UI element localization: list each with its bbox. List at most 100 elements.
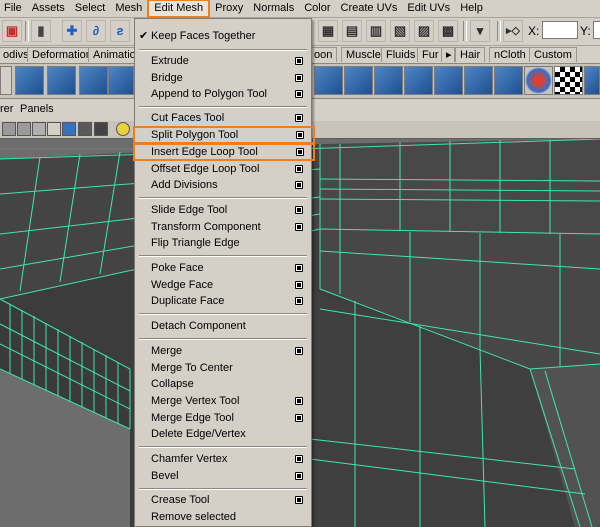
menu-item-duplicate-face[interactable]: Duplicate Face [135,293,311,309]
option-box-icon[interactable] [296,131,304,139]
menu-edit-uvs[interactable]: Edit UVs [402,1,455,16]
menu-create-uvs[interactable]: Create UVs [336,1,403,16]
option-box-icon[interactable] [295,281,303,289]
menu-item-slide-edge-tool[interactable]: Slide Edge Tool [135,202,311,218]
menu-item-delete-edge-vertex[interactable]: Delete Edge/Vertex [135,426,311,442]
option-box-icon[interactable] [295,206,303,214]
menu-item-transform-component[interactable]: Transform Component [135,219,311,235]
tab-custom[interactable]: Custom [529,47,577,62]
shelf-icon-arrow[interactable] [0,66,12,95]
shaded-icon[interactable] [94,122,108,136]
option-box-icon[interactable] [295,223,303,231]
input-line-icon[interactable]: ▾ [470,20,490,42]
option-box-icon[interactable] [295,455,303,463]
wireframe-icon[interactable] [47,122,61,136]
input-mode-icon[interactable]: ▸◇ [503,20,523,42]
y-field[interactable] [593,21,600,39]
menu-item-flip-triangle-edge[interactable]: Flip Triangle Edge [135,235,311,251]
tab-deformation[interactable]: Deformation [27,47,97,62]
menu-item-add-divisions[interactable]: Add Divisions [135,177,311,193]
menu-assets[interactable]: Assets [27,1,70,16]
move-icon[interactable]: ✚ [62,20,82,42]
tab-toon[interactable]: oon [309,47,338,62]
menu-item-remove-selected[interactable]: Remove selected [135,509,311,525]
option-box-icon[interactable] [295,264,303,272]
tab-hair[interactable]: Hair [455,47,486,62]
option-box-icon[interactable] [295,74,303,82]
option-box-icon[interactable] [296,148,304,156]
uv-icon[interactable] [584,66,600,95]
menu-item-bevel[interactable]: Bevel [135,468,311,484]
merge-icon[interactable] [494,66,523,95]
menu-mesh[interactable]: Mesh [110,1,147,16]
render-settings-icon[interactable]: ▤ [342,20,362,42]
clapper-icon[interactable]: ▧ [390,20,410,42]
menu-item-merge-to-center[interactable]: Merge To Center [135,360,311,376]
option-box-icon[interactable] [295,472,303,480]
ipr-icon[interactable]: ▥ [366,20,386,42]
split-icon[interactable] [374,66,403,95]
option-box-icon[interactable] [295,347,303,355]
insert-loop-icon[interactable] [404,66,433,95]
extrude-icon[interactable] [314,66,343,95]
menu-item-wedge-face[interactable]: Wedge Face [135,277,311,293]
option-box-icon[interactable] [295,181,303,189]
snap-curve-icon[interactable]: ƨ [110,20,130,42]
grid-icon[interactable] [2,122,16,136]
render-view-icon[interactable]: ▨ [414,20,434,42]
menu-select[interactable]: Select [70,1,111,16]
tab-ncloth[interactable]: nCloth [489,47,531,62]
lights-icon[interactable] [116,122,130,136]
combine-icon[interactable] [47,66,76,95]
menu-item-append-to-polygon-tool[interactable]: Append to Polygon Tool [135,86,311,102]
shelf-option-icon[interactable]: ▸ [441,47,455,62]
image-plane-icon[interactable] [32,122,46,136]
menu-item-poke-face[interactable]: Poke Face [135,260,311,276]
option-box-icon[interactable] [295,90,303,98]
textured-icon[interactable] [78,122,92,136]
menu-item-merge-edge-tool[interactable]: Merge Edge Tool [135,410,311,426]
menu-item-insert-edge-loop-tool[interactable]: Insert Edge Loop Tool [133,143,315,161]
bridge-icon[interactable] [344,66,373,95]
option-box-icon[interactable] [295,165,303,173]
option-box-icon[interactable] [295,57,303,65]
camera-icon[interactable] [17,122,31,136]
render-icon[interactable]: ▦ [318,20,338,42]
snap-icon[interactable]: ▮ [31,20,51,42]
menu-proxy[interactable]: Proxy [210,1,248,16]
smooth-icon[interactable] [108,66,134,95]
option-box-icon[interactable] [295,414,303,422]
option-box-icon[interactable] [295,496,303,504]
lasso-icon[interactable]: ∂ [86,20,106,42]
transform-icon[interactable] [524,66,553,95]
option-box-icon[interactable] [295,297,303,305]
tab-fluids[interactable]: Fluids [381,47,421,62]
menu-item-detach-component[interactable]: Detach Component [135,318,311,334]
bevel-icon[interactable] [464,66,493,95]
menu-help[interactable]: Help [455,1,488,16]
menu-item-merge[interactable]: Merge [135,343,311,359]
menu-item-keep-faces-together[interactable]: ✔ Keep Faces Together [135,28,311,44]
menu-item-extrude[interactable]: Extrude [135,53,311,69]
menu-item-cut-faces-tool[interactable]: Cut Faces Tool [135,110,311,126]
menu-item-merge-vertex-tool[interactable]: Merge Vertex Tool [135,393,311,409]
cylinder-icon[interactable] [15,66,44,95]
hypershade-icon[interactable]: ▩ [438,20,458,42]
panel-menu-panels[interactable]: Panels [20,103,54,115]
menu-item-offset-edge-loop-tool[interactable]: Offset Edge Loop Tool [135,161,311,177]
menu-item-chamfer-vertex[interactable]: Chamfer Vertex [135,451,311,467]
separate-icon[interactable] [79,66,108,95]
menu-color[interactable]: Color [299,1,335,16]
menu-item-split-polygon-tool[interactable]: Split Polygon Tool [133,126,315,144]
tab-fur[interactable]: Fur [417,47,444,62]
x-field[interactable] [542,21,578,39]
menu-item-crease-tool[interactable]: Crease Tool [135,492,311,508]
menu-item-bridge[interactable]: Bridge [135,70,311,86]
panel-menu-renderer[interactable]: rer [0,103,13,115]
menu-item-collapse[interactable]: Collapse [135,376,311,392]
option-box-icon[interactable] [295,397,303,405]
offset-loop-icon[interactable] [434,66,463,95]
option-box-icon[interactable] [295,114,303,122]
menu-edit-mesh[interactable]: Edit Mesh [147,0,211,18]
menu-file[interactable]: File [0,1,27,16]
